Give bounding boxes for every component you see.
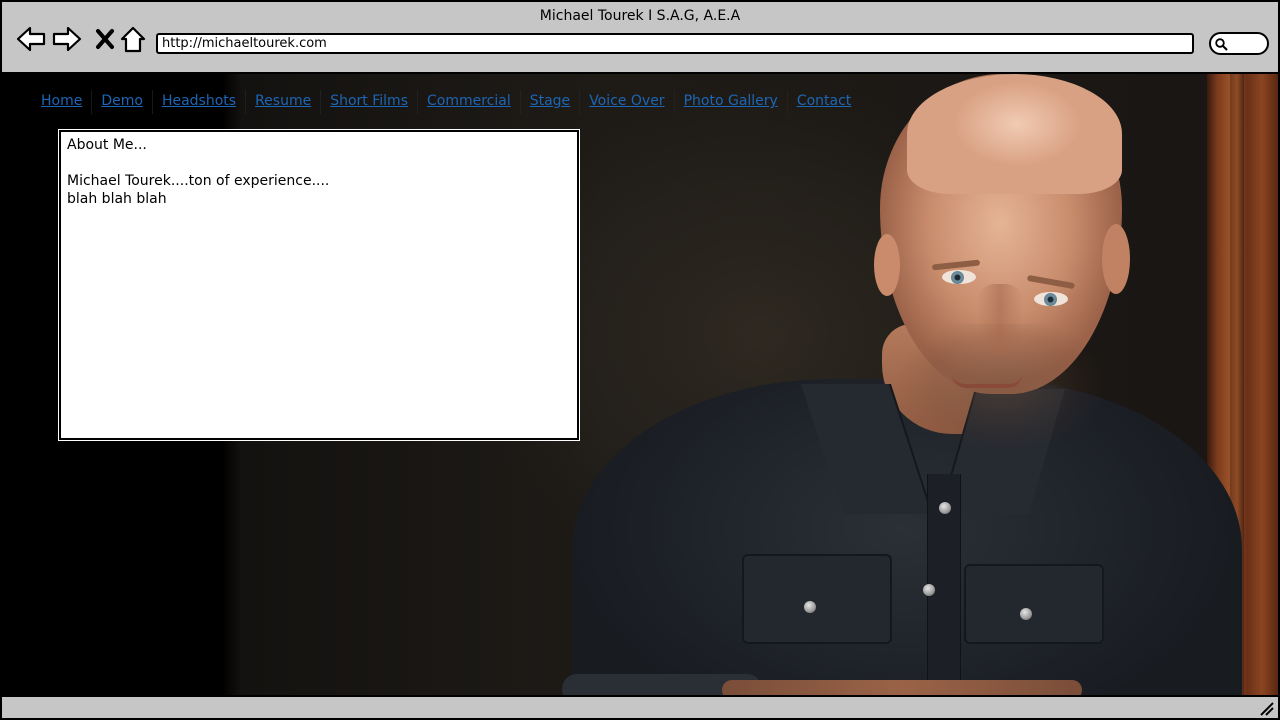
hero-photo-pocket-left — [742, 554, 892, 644]
about-panel: About Me... Michael Tourek....ton of exp… — [59, 130, 579, 440]
nav-link-short-films[interactable]: Short Films — [321, 90, 418, 114]
nav-link-home[interactable]: Home — [32, 90, 93, 114]
hero-photo-iris-left — [951, 271, 964, 284]
forward-arrow-icon[interactable] — [52, 24, 82, 54]
about-text-line: Michael Tourek....ton of experience.... — [67, 173, 330, 189]
page-viewport: Home Demo Headshots Resume Short Films C… — [2, 74, 1278, 695]
home-icon[interactable] — [118, 24, 148, 54]
window-title: Michael Tourek I S.A.G, A.E.A — [539, 8, 741, 24]
hero-photo-scalp — [907, 74, 1122, 194]
nav-link-resume[interactable]: Resume — [246, 90, 322, 114]
hero-photo-button — [1020, 608, 1032, 620]
search-field[interactable] — [1209, 32, 1269, 55]
nav-link-demo[interactable]: Demo — [92, 90, 153, 114]
address-bar[interactable]: http://michaeltourek.com — [156, 33, 1194, 54]
hero-photo-nose — [977, 284, 1023, 354]
about-text-line: blah blah blah — [67, 191, 167, 207]
hero-photo-mouth — [952, 374, 1022, 388]
nav-link-headshots[interactable]: Headshots — [153, 90, 247, 114]
back-arrow-icon[interactable] — [16, 24, 46, 54]
resize-grip-icon[interactable] — [1258, 700, 1274, 716]
hero-photo-button — [923, 584, 935, 596]
search-icon — [1215, 38, 1228, 51]
status-bar — [2, 695, 1278, 718]
hero-photo-button — [939, 502, 951, 514]
hero-photo-shirt — [572, 379, 1242, 695]
nav-link-voice-over[interactable]: Voice Over — [580, 90, 675, 114]
nav-link-contact[interactable]: Contact — [788, 90, 860, 114]
hero-photo-iris-right — [1044, 293, 1057, 306]
hero-photo-pocket-right — [964, 564, 1104, 644]
hero-photo-button — [804, 601, 816, 613]
nav-link-commercial[interactable]: Commercial — [418, 90, 521, 114]
hero-photo-ear-left — [874, 234, 900, 296]
about-heading: About Me... — [67, 137, 147, 153]
browser-window: Michael Tourek I S.A.G, A.E.A http://mic… — [0, 0, 1280, 720]
about-spacer — [67, 154, 571, 172]
hero-photo-hands — [722, 680, 1082, 695]
browser-toolbar: Michael Tourek I S.A.G, A.E.A http://mic… — [2, 2, 1278, 74]
nav-link-stage[interactable]: Stage — [521, 90, 581, 114]
close-icon[interactable] — [90, 24, 120, 54]
main-nav: Home Demo Headshots Resume Short Films C… — [32, 90, 860, 114]
nav-link-photo-gallery[interactable]: Photo Gallery — [675, 90, 788, 114]
hero-photo-ear-right — [1102, 224, 1130, 294]
